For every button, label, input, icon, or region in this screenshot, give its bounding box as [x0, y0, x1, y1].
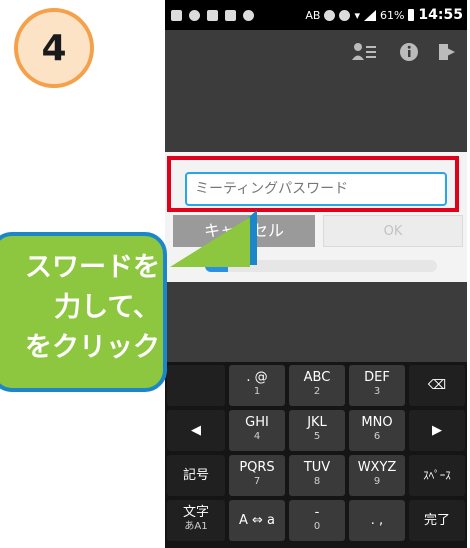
key-7[interactable]: PQRS 7 — [229, 455, 285, 496]
key-1[interactable]: . @ 1 — [229, 365, 285, 406]
cursor-right-key[interactable]: ▶ — [409, 410, 465, 451]
callout-line-3: をクリック — [25, 332, 160, 363]
key-0[interactable]: - 0 — [289, 500, 345, 541]
status-bar-left-icons — [171, 9, 254, 21]
input-highlight-box — [167, 156, 459, 212]
callout-line-1: スワードを — [25, 252, 160, 283]
done-key[interactable]: 完了 — [409, 500, 465, 541]
case-toggle-key[interactable]: A ⇔ a — [229, 500, 285, 541]
ok-button[interactable]: OK — [323, 215, 463, 247]
key-4[interactable]: GHI 4 — [229, 410, 285, 451]
battery-icon — [408, 9, 415, 21]
status-time: 14:55 — [418, 7, 463, 23]
punctuation-key[interactable]: . , — [349, 500, 405, 541]
status-bar: AB ▾ 61% 14:55 — [165, 0, 467, 30]
key-3[interactable]: DEF 3 — [349, 365, 405, 406]
step-number-badge: 4 — [14, 8, 94, 88]
app-icon — [207, 9, 218, 21]
key-8[interactable]: TUV 8 — [289, 455, 345, 496]
participants-icon[interactable] — [351, 42, 377, 67]
image-icon — [225, 9, 236, 21]
phone-screen: AB ▾ 61% 14:55 ミーティングパスワード キャンセル OK . @ … — [165, 0, 467, 548]
step-number: 4 — [41, 27, 67, 69]
exit-icon[interactable] — [437, 42, 457, 67]
input-mode-key[interactable]: 文字 あA1 — [167, 500, 225, 541]
status-bar-right: AB ▾ 61% 14:55 — [305, 0, 463, 30]
callout-line-2: 力して、 — [54, 292, 160, 323]
key-row1-left[interactable] — [167, 365, 225, 406]
space-key[interactable]: ｽﾍﾟｰｽ — [409, 455, 465, 496]
sync-icon — [324, 9, 336, 21]
key-6[interactable]: MNO 6 — [349, 410, 405, 451]
clock-icon — [189, 9, 200, 21]
callout-tail — [170, 217, 250, 267]
info-icon[interactable] — [399, 42, 419, 67]
backspace-key[interactable]: ⌫ — [409, 365, 465, 406]
keyboard: . @ 1 ABC 2 DEF 3 ⌫ ◀ GHI 4 JKL 5 MNO 6 — [165, 362, 467, 548]
battery-percent: 61% — [379, 8, 405, 22]
action-bar — [165, 30, 467, 80]
wifi-icon: ▾ — [354, 8, 360, 22]
message-icon — [171, 9, 182, 21]
signal-icon — [363, 9, 376, 21]
key-2[interactable]: ABC 2 — [289, 365, 345, 406]
ab-indicator: AB — [305, 8, 321, 22]
symbols-key[interactable]: 記号 — [167, 455, 225, 496]
cursor-left-key[interactable]: ◀ — [167, 410, 225, 451]
alarm-icon — [339, 9, 351, 21]
callout-text: スワードを 力して、 をクリック — [0, 248, 160, 368]
key-9[interactable]: WXYZ 9 — [349, 455, 405, 496]
key-5[interactable]: JKL 5 — [289, 410, 345, 451]
bell-icon — [243, 9, 254, 21]
